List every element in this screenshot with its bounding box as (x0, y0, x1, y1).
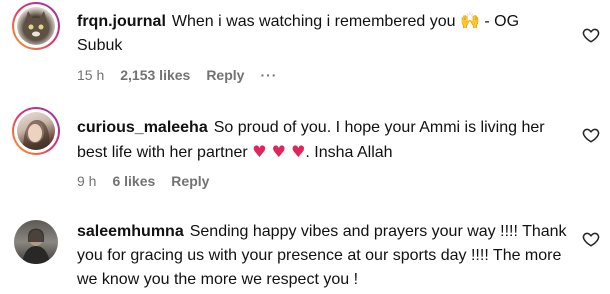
comment: curious_maleeha So proud of you. I hope y… (0, 100, 610, 205)
comment-text: saleemhumna Sending happy vibes and praye… (77, 220, 567, 292)
like-count[interactable]: 6 likes (112, 173, 155, 189)
comment-meta: 9 h 6 likes Reply (77, 173, 225, 189)
comment-time: 15 h (77, 67, 105, 83)
comment-body: When i was watching i remembered you (171, 13, 456, 30)
comment-username[interactable]: curious_maleeha (77, 119, 208, 136)
person-photo-icon (23, 120, 50, 150)
avatar[interactable] (14, 220, 58, 264)
heart-outline-icon[interactable] (582, 230, 600, 248)
person-photo-icon (22, 228, 50, 264)
heart-outline-icon[interactable] (582, 26, 600, 44)
comment-text: curious_maleeha So proud of you. I hope y… (77, 116, 567, 165)
comment: saleemhumna Sending happy vibes and praye… (0, 205, 610, 294)
comment-time: 9 h (77, 173, 97, 189)
comment-body-tail: . Insha Allah (305, 144, 393, 161)
raising-hands-emoji: 🙌 (460, 11, 480, 30)
red-hearts-emoji: ♥ ♥ ♥ (252, 142, 306, 161)
more-options-icon[interactable]: ··· (260, 67, 277, 83)
comment-username[interactable]: frqn.journal (77, 13, 166, 30)
comment: frqn.journal When i was watching i rememb… (0, 0, 610, 100)
cat-photo-icon (23, 11, 49, 40)
avatar[interactable] (12, 107, 60, 155)
like-count[interactable]: 2,153 likes (120, 67, 190, 83)
heart-outline-icon[interactable] (582, 126, 600, 144)
avatar[interactable] (12, 2, 60, 50)
comment-meta: 15 h 2,153 likes Reply ··· (77, 67, 293, 83)
comment-text: frqn.journal When i was watching i rememb… (77, 9, 567, 58)
reply-button[interactable]: Reply (206, 67, 244, 83)
comment-username[interactable]: saleemhumna (77, 223, 184, 240)
reply-button[interactable]: Reply (171, 173, 209, 189)
